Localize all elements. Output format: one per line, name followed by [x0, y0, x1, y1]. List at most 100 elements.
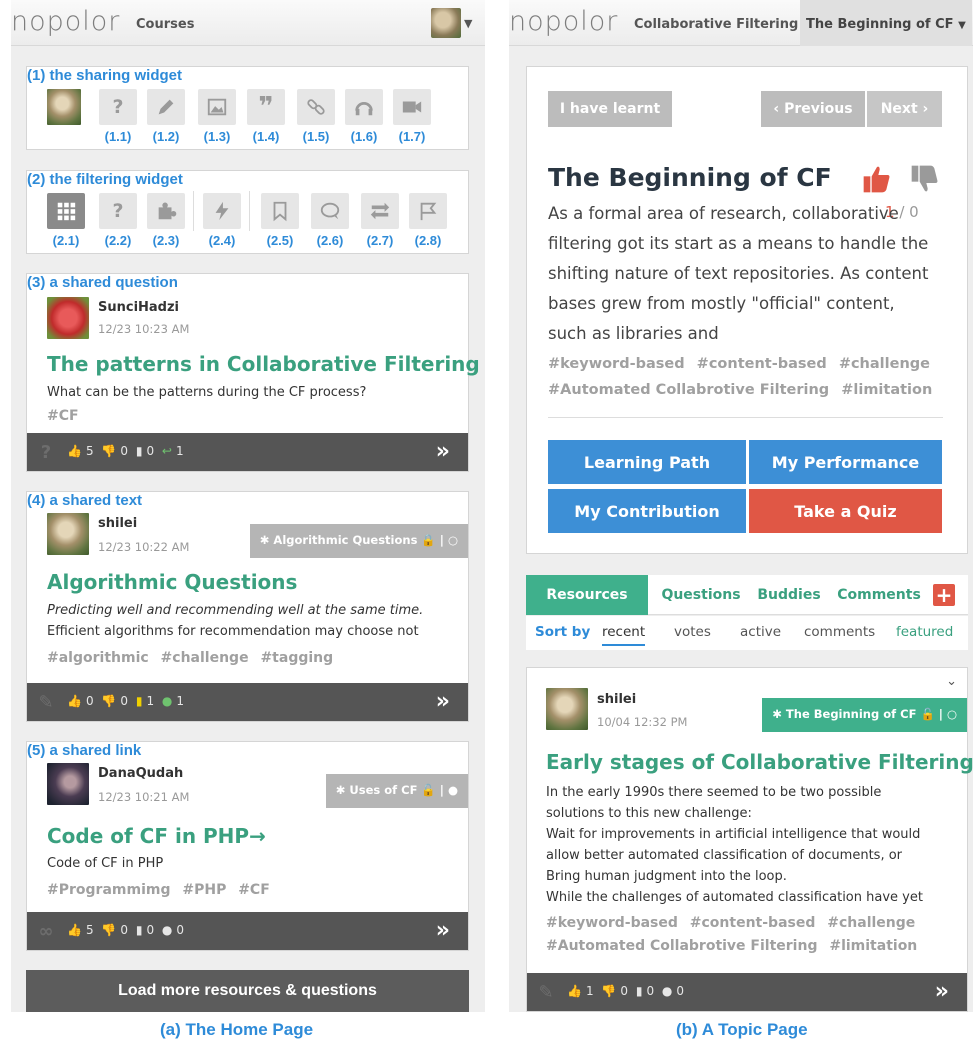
filter-flagged-button[interactable]	[409, 193, 447, 229]
username[interactable]: shilei	[98, 516, 137, 531]
chevron-down-icon[interactable]: ▼	[464, 17, 472, 30]
card-title[interactable]: The patterns in Collaborative Filtering	[47, 352, 480, 376]
filter-questions-button[interactable]: ?	[99, 193, 137, 229]
share-quote-button[interactable]: ❞	[247, 89, 285, 125]
tab-buddies[interactable]: Buddies	[750, 575, 828, 615]
sort-featured[interactable]: featured	[896, 624, 953, 640]
thumbs-up-icon[interactable]: 👍	[67, 444, 82, 458]
card-title[interactable]: Early stages of Collaborative Filtering	[546, 750, 973, 774]
filter-puzzle-button[interactable]	[147, 193, 185, 229]
user-avatar[interactable]	[431, 8, 461, 38]
expand-chevron-icon[interactable]: »	[436, 689, 450, 714]
filter-hot-button[interactable]	[203, 193, 241, 229]
comment-icon[interactable]: ●	[162, 923, 172, 937]
avatar[interactable]	[47, 297, 89, 339]
tag[interactable]: #challenge	[839, 356, 930, 372]
share-question-button[interactable]: ?	[99, 89, 137, 125]
bookmark-icon[interactable]: ▮	[136, 923, 143, 937]
logo[interactable]: nopolor	[509, 6, 618, 37]
bookmark-icon[interactable]: ▮	[636, 984, 643, 998]
chevron-down-icon[interactable]: ⌄	[946, 674, 957, 689]
expand-chevron-icon[interactable]: »	[935, 979, 949, 1004]
share-video-button[interactable]	[393, 89, 431, 125]
tab-questions[interactable]: Questions	[656, 575, 746, 615]
topic-chip[interactable]: ✱ Uses of CF 🔓 | ●	[325, 774, 468, 808]
like-count: 5	[85, 444, 94, 458]
avatar[interactable]	[47, 513, 89, 555]
tag[interactable]: #algorithmic	[47, 650, 149, 666]
thumbs-up-icon[interactable]	[861, 163, 893, 195]
add-plus-icon[interactable]: +	[933, 583, 955, 607]
filter-all-button[interactable]	[47, 193, 85, 229]
bookmark-icon[interactable]: ▮	[136, 694, 143, 708]
topic-chip[interactable]: ✱ The Beginning of CF 🔓 | ○	[762, 698, 967, 732]
tag[interactable]: #limitation	[841, 382, 932, 398]
share-audio-button[interactable]	[345, 89, 383, 125]
tag[interactable]: #limitation	[829, 938, 917, 954]
sort-comments[interactable]: comments	[804, 624, 875, 640]
bookmark-icon[interactable]: ▮	[136, 444, 143, 458]
avatar[interactable]	[47, 763, 89, 805]
username[interactable]: shilei	[597, 692, 636, 707]
tag[interactable]: #content-based	[697, 356, 827, 372]
tag[interactable]: #PHP	[182, 882, 226, 898]
thumbs-down-icon[interactable]: 👎	[101, 694, 116, 708]
tag[interactable]: #keyword-based	[548, 356, 685, 372]
next-button[interactable]: Next ›	[867, 91, 942, 127]
nav-courses[interactable]: Courses	[136, 17, 194, 32]
tag[interactable]: #tagging	[260, 650, 333, 666]
tag[interactable]: #Automated Collabrotive Filtering	[546, 938, 817, 954]
tag[interactable]: #Automated Collabrotive Filtering	[548, 382, 829, 398]
i-have-learnt-button[interactable]: I have learnt	[548, 91, 672, 127]
reply-icon[interactable]: ↩	[162, 444, 172, 458]
question-card[interactable]: (3) a shared question SunciHadzi 12/23 1…	[26, 273, 480, 472]
sort-recent[interactable]: recent	[602, 624, 646, 646]
my-performance-button[interactable]: My Performance	[749, 440, 942, 484]
topic-chip[interactable]: ✱ Algorithmic Questions 🔒 | ○	[249, 524, 468, 558]
expand-chevron-icon[interactable]: »	[436, 439, 450, 464]
share-text-button[interactable]	[147, 89, 185, 125]
thumbs-down-icon[interactable]	[909, 163, 941, 195]
sort-votes[interactable]: votes	[674, 624, 711, 640]
my-contribution-button[interactable]: My Contribution	[548, 489, 746, 533]
tag[interactable]: #content-based	[690, 915, 816, 931]
thumbs-up-icon[interactable]: 👍	[67, 923, 82, 937]
username[interactable]: SunciHadzi	[98, 300, 179, 315]
thumbs-down-icon[interactable]: 👎	[601, 984, 616, 998]
text-card[interactable]: (4) a shared text shilei 12/23 10:22 AM …	[26, 491, 469, 722]
resource-card[interactable]: ⌄ shilei 10/04 12:32 PM ✱ The Beginning …	[526, 667, 973, 1012]
sort-active[interactable]: active	[740, 624, 781, 640]
tag[interactable]: #Programmimg	[47, 882, 170, 898]
expand-chevron-icon[interactable]: »	[436, 918, 450, 943]
load-more-button[interactable]: Load more resources & questions	[26, 970, 469, 1012]
comment-icon[interactable]: ●	[162, 694, 172, 708]
share-image-button[interactable]	[198, 89, 236, 125]
thumbs-down-icon[interactable]: 👎	[101, 923, 116, 937]
previous-button[interactable]: ‹ Previous	[761, 91, 865, 127]
comment-icon[interactable]: ●	[662, 984, 672, 998]
filter-bookmarks-button[interactable]	[261, 193, 299, 229]
link-card[interactable]: (5) a shared link DanaQudah 12/23 10:21 …	[26, 741, 469, 951]
card-title[interactable]: Code of CF in PHP→	[47, 824, 266, 848]
tab-resources[interactable]: Resources	[526, 575, 648, 615]
card-title[interactable]: Algorithmic Questions	[47, 570, 297, 594]
take-a-quiz-button[interactable]: Take a Quiz	[749, 489, 942, 533]
username[interactable]: DanaQudah	[98, 766, 183, 781]
tag[interactable]: #challenge	[161, 650, 249, 666]
filter-shared-button[interactable]	[361, 193, 399, 229]
tab-comments[interactable]: Comments	[830, 575, 928, 615]
nav-course[interactable]: Collaborative Filtering	[634, 17, 798, 32]
nav-topic-dropdown[interactable]: The Beginning of CF ▼	[800, 0, 972, 46]
tag[interactable]: #keyword-based	[546, 915, 678, 931]
logo[interactable]: nopolor	[11, 6, 120, 37]
tag[interactable]: #CF	[47, 408, 79, 424]
tag[interactable]: #CF	[238, 882, 270, 898]
filter-comments-button[interactable]	[311, 193, 349, 229]
thumbs-up-icon[interactable]: 👍	[567, 984, 582, 998]
learning-path-button[interactable]: Learning Path	[548, 440, 746, 484]
avatar[interactable]	[546, 688, 588, 730]
share-link-button[interactable]	[297, 89, 335, 125]
thumbs-down-icon[interactable]: 👎	[101, 444, 116, 458]
thumbs-up-icon[interactable]: 👍	[67, 694, 82, 708]
tag[interactable]: #challenge	[827, 915, 915, 931]
